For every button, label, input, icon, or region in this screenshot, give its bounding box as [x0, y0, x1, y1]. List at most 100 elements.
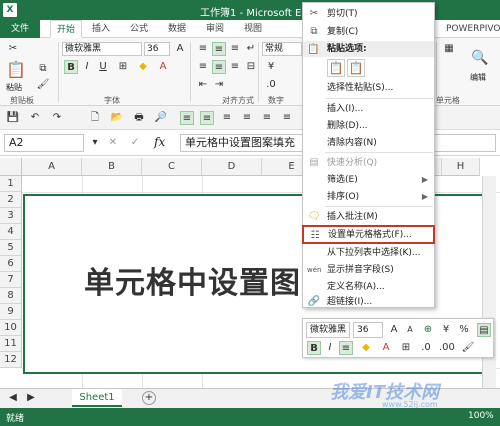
select-all-corner[interactable] — [0, 158, 22, 176]
outdent-icon[interactable]: ⇥ — [212, 78, 226, 92]
align-right-qat-icon[interactable]: ≡ — [240, 111, 254, 125]
mini-italic-button[interactable]: I — [323, 341, 337, 355]
mini-format-painter-icon[interactable]: 🖌 — [461, 341, 475, 355]
fill-color-icon[interactable]: ◆ — [136, 60, 150, 74]
paste-option-icon[interactable]: 📋 — [327, 59, 345, 77]
number-format-select[interactable]: 常规 — [262, 42, 302, 56]
mini-center-icon[interactable]: ≡ — [339, 341, 353, 355]
cut-icon[interactable]: ✂ — [6, 42, 20, 56]
save-icon[interactable]: 💾 — [6, 111, 20, 125]
enter-icon[interactable]: ✓ — [128, 136, 142, 150]
mini-format-icon[interactable]: ▤ — [477, 323, 491, 337]
undo-icon[interactable]: ↶ — [28, 111, 42, 125]
mini-currency-icon[interactable]: ⊕ — [421, 323, 435, 337]
column-header[interactable]: A — [22, 158, 82, 176]
edit-icon[interactable]: 🔍 — [470, 48, 490, 68]
menu-item-pick-list[interactable]: 从下拉列表中选择(K)... — [303, 244, 434, 262]
mini-grow-font-icon[interactable]: A — [387, 323, 401, 337]
tab-home[interactable]: 开始 — [50, 20, 83, 38]
row-header[interactable]: 11 — [0, 336, 22, 352]
open-icon[interactable]: 📂 — [110, 111, 124, 125]
align-top-icon[interactable]: ≡ — [196, 42, 210, 56]
align-bottom-icon[interactable]: ≡ — [228, 42, 242, 56]
mini-accounting-icon[interactable]: ¥ — [439, 323, 453, 337]
decimal-icon[interactable]: .0 — [264, 78, 278, 92]
menu-item-paste-special[interactable]: 选择性粘贴(S)... — [303, 79, 434, 97]
sheet-prev-icon[interactable]: ◀ — [6, 391, 20, 405]
column-header[interactable]: C — [142, 158, 202, 176]
format-painter-icon[interactable]: 🖌 — [36, 78, 50, 92]
font-size-select[interactable]: 36 — [144, 42, 170, 56]
sheet-next-icon[interactable]: ▶ — [24, 391, 38, 405]
print-icon[interactable]: 🖶 — [132, 111, 146, 125]
menu-item-insert-comment[interactable]: 🗨 插入批注(M) — [303, 208, 434, 226]
tab-data[interactable]: 数据 — [168, 20, 186, 38]
bold-button[interactable]: B — [64, 60, 78, 74]
align-middle-qat-icon[interactable]: ≡ — [200, 111, 214, 125]
row-header[interactable]: 7 — [0, 272, 22, 288]
mini-decimal2-icon[interactable]: .00 — [439, 341, 455, 355]
paste-icon[interactable]: 📋 — [6, 60, 26, 80]
tab-powerpivot[interactable]: POWERPIVOT — [446, 20, 500, 38]
row-header[interactable]: 4 — [0, 224, 22, 240]
row-header[interactable]: 8 — [0, 288, 22, 304]
preview-icon[interactable]: 🔎 — [154, 111, 168, 125]
row-header[interactable]: 9 — [0, 304, 22, 320]
column-header[interactable]: H — [442, 158, 480, 176]
edit-button[interactable]: 编辑 — [470, 72, 486, 83]
tab-formulas[interactable]: 公式 — [130, 20, 148, 38]
font-color-icon[interactable]: A — [156, 60, 170, 74]
mini-font-size-select[interactable]: 36 — [353, 322, 383, 338]
row-header[interactable]: 5 — [0, 240, 22, 256]
paste-button[interactable]: 粘贴 — [6, 82, 22, 93]
cancel-icon[interactable]: ✕ — [106, 136, 120, 150]
menu-item-copy[interactable]: ⧉ 复制(C) — [303, 23, 434, 41]
currency-icon[interactable]: ¥ — [264, 60, 278, 74]
row-header[interactable]: 10 — [0, 320, 22, 336]
zoom-level[interactable]: 100% — [468, 411, 494, 421]
paste-values-option-icon[interactable]: 📋 — [347, 59, 365, 77]
align-left-icon[interactable]: ≡ — [196, 60, 210, 74]
menu-item-hyperlink[interactable]: 🔗 超链接(I)... — [303, 293, 434, 311]
menu-item-filter[interactable]: 筛选(E) ▶ — [303, 171, 434, 189]
font-name-select[interactable]: 微软雅黑 — [62, 42, 142, 56]
mini-border-icon[interactable]: ⊞ — [399, 341, 413, 355]
wrap-text-icon[interactable]: ↵ — [244, 42, 258, 56]
copy-icon[interactable]: ⧉ — [36, 62, 50, 76]
redo-icon[interactable]: ↷ — [50, 111, 64, 125]
menu-item-cut[interactable]: ✂ 剪切(T) — [303, 5, 434, 23]
indent-icon[interactable]: ⇤ — [196, 78, 210, 92]
menu-item-insert[interactable]: 插入(I)... — [303, 100, 434, 118]
mini-fill-color-icon[interactable]: ◆ — [359, 341, 373, 355]
cells-icon[interactable]: ▦ — [442, 42, 456, 56]
merge-cells-icon[interactable]: ⊟ — [244, 60, 258, 74]
align-center-icon[interactable]: ≡ — [212, 60, 226, 74]
mini-shrink-font-icon[interactable]: A — [403, 323, 417, 337]
sheet-tab-sheet1[interactable]: Sheet1 — [72, 389, 122, 407]
row-header[interactable]: 3 — [0, 208, 22, 224]
tab-insert[interactable]: 插入 — [92, 20, 110, 38]
align-right-icon[interactable]: ≡ — [228, 60, 242, 74]
tab-review[interactable]: 审阅 — [206, 20, 224, 38]
justify-qat-icon[interactable]: ≡ — [260, 111, 274, 125]
name-box[interactable]: A2 — [4, 134, 84, 152]
align-middle-icon[interactable]: ≡ — [212, 42, 226, 56]
menu-item-sort[interactable]: 排序(O) ▶ — [303, 188, 434, 206]
mini-percent-icon[interactable]: % — [457, 323, 471, 337]
new-doc-icon[interactable]: 🗋 — [88, 111, 102, 125]
row-header[interactable]: 2 — [0, 192, 22, 208]
align-left-qat-icon[interactable]: ≡ — [220, 111, 234, 125]
border-icon[interactable]: ⊞ — [116, 60, 130, 74]
row-header[interactable]: 6 — [0, 256, 22, 272]
align-center-qat-icon[interactable]: ≡ — [180, 111, 194, 125]
column-header[interactable]: B — [82, 158, 142, 176]
distribute-qat-icon[interactable]: ≡ — [280, 111, 294, 125]
underline-button[interactable]: U — [96, 60, 110, 74]
mini-bold-button[interactable]: B — [307, 341, 321, 355]
grow-font-icon[interactable]: A — [173, 42, 187, 56]
name-box-dropdown-icon[interactable]: ▾ — [88, 136, 102, 150]
italic-button[interactable]: I — [80, 60, 94, 74]
row-header[interactable]: 1 — [0, 176, 22, 192]
menu-item-phonetic[interactable]: wén 显示拼音字段(S) — [303, 261, 434, 279]
tab-view[interactable]: 视图 — [244, 20, 262, 38]
